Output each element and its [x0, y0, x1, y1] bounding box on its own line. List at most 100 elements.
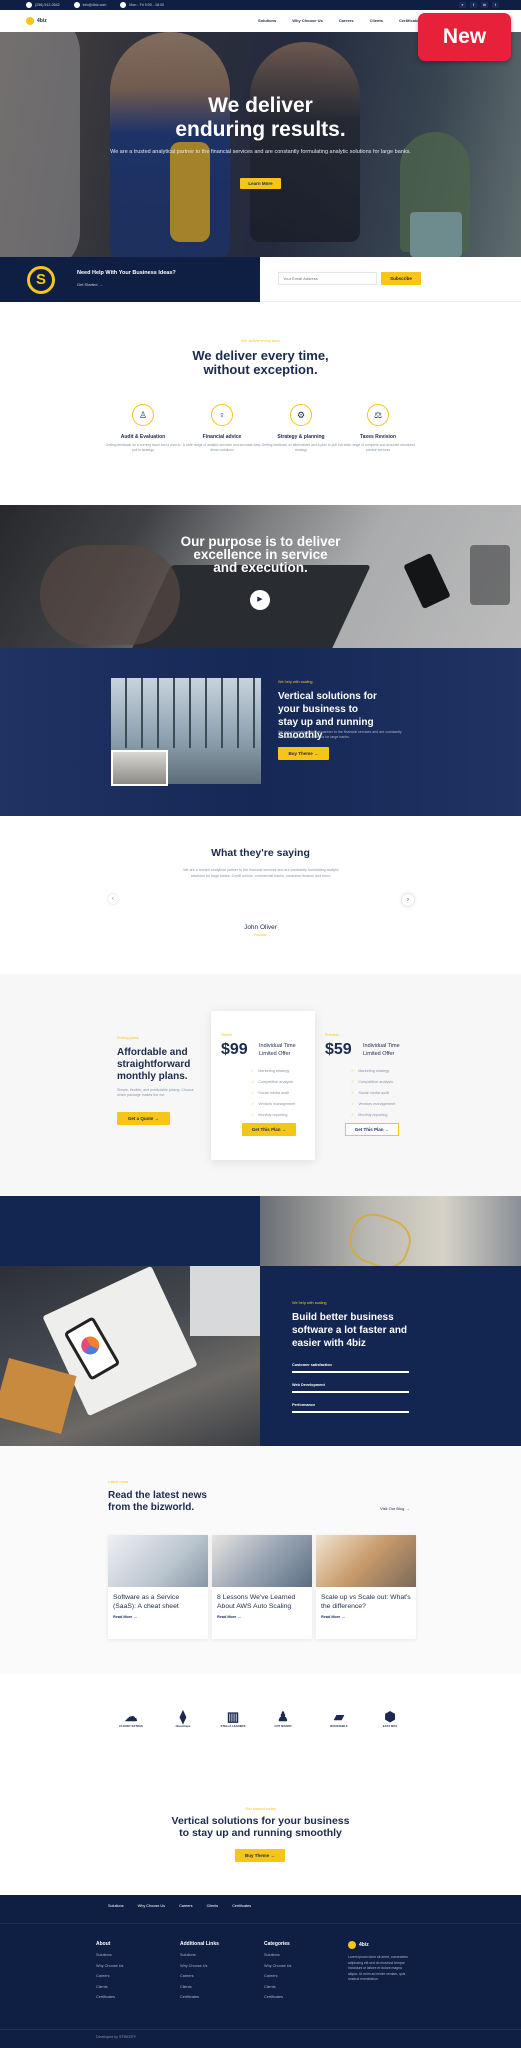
plan-price: $99: [221, 1041, 248, 1058]
footer-col-about: About Solutions Why Choose Us Careers Cl…: [96, 1941, 123, 2006]
footer-link[interactable]: Clients: [96, 1985, 123, 1989]
footer-divider: [0, 1923, 521, 1924]
news-card-2[interactable]: 8 Lessons We've Learned About AWS Auto S…: [212, 1535, 312, 1639]
taxes-icon: ⚖: [367, 404, 389, 426]
notebook-image: [0, 1266, 260, 1446]
carousel-prev[interactable]: ‹: [108, 894, 118, 904]
footer-nav-item[interactable]: Why Choose Us: [138, 1904, 165, 1908]
laptop-corner: [190, 1266, 260, 1336]
features-eyebrow: We deliver every time: [241, 338, 280, 343]
footer-logo[interactable]: 4biz: [348, 1941, 410, 1949]
footer-link[interactable]: Clients: [264, 1985, 291, 1989]
news-image: [212, 1535, 312, 1587]
help-get-started-link[interactable]: Get Started →: [77, 282, 103, 287]
client-logo-noreecape: ⧫ NoreeCape: [168, 1710, 198, 1729]
subscribe-button[interactable]: Subscribe: [381, 272, 421, 285]
footer-link[interactable]: Why Choose Us: [264, 1964, 291, 1968]
client-logo-outboard: ♟ OUT BOARD: [268, 1710, 298, 1729]
window-frame: [111, 678, 261, 748]
dollar-icon: S: [27, 266, 55, 294]
plan-button-text: Get This Plan: [251, 1127, 281, 1132]
premium-plan-button[interactable]: Get This Plan →: [345, 1123, 399, 1136]
testimonials-section: What they're saying We are a trusted ana…: [0, 816, 521, 974]
pricing-desc: Simple, flexible, and predictable pricin…: [117, 1088, 194, 1097]
footer-col-brand: 4biz Lorem ipsum dolor sit amet, consect…: [348, 1941, 410, 1983]
nav-item-clients[interactable]: Clients: [370, 18, 383, 23]
email-info[interactable]: info@4biz.com: [73, 2, 106, 8]
hero-learn-more-button[interactable]: Learn More: [240, 178, 281, 189]
footer-link[interactable]: Why Choose Us: [96, 1964, 123, 1968]
search-icon[interactable]: ⌕: [459, 2, 466, 8]
news-image: [108, 1535, 208, 1587]
cta-buy-theme-button[interactable]: Buy Theme →: [235, 1849, 285, 1862]
footer-link[interactable]: Certificates: [264, 1995, 291, 1999]
footer-link[interactable]: Certificates: [180, 1995, 219, 1999]
read-more-link[interactable]: Read More →: [212, 1611, 312, 1623]
features-title-line1: We deliver every time,: [192, 348, 329, 363]
purpose-overlay: [0, 505, 521, 648]
footer-link[interactable]: Why Choose Us: [180, 1964, 219, 1968]
footer-nav: Solutions Why Choose Us Careers Clients …: [108, 1904, 251, 1908]
email-field[interactable]: [278, 272, 377, 285]
check-icon: ✓: [351, 1113, 355, 1117]
logo[interactable]: 4biz: [26, 17, 47, 25]
footer-link[interactable]: Careers: [264, 1974, 291, 1978]
phone-icon: [26, 2, 32, 8]
read-more-link[interactable]: Read More →: [316, 1611, 416, 1623]
check-icon: ✓: [251, 1113, 255, 1117]
testimonial-name: John Oliver: [244, 924, 277, 931]
check-icon: ✓: [251, 1102, 255, 1106]
footer-col-categories: Categories Solutions Why Choose Us Caree…: [264, 1941, 291, 2006]
vertical-buy-theme-button[interactable]: Buy Theme →: [278, 747, 329, 760]
play-button[interactable]: ▶: [250, 590, 270, 610]
news-card-3[interactable]: Scale up vs Scale out: What's the differ…: [316, 1535, 416, 1639]
team-image: [111, 750, 168, 786]
linkedin-icon[interactable]: in: [481, 2, 488, 8]
progress-bar: [292, 1411, 409, 1413]
nav-item-why-choose-us[interactable]: Why Choose Us: [292, 18, 322, 23]
logo-text: 4biz: [359, 1942, 369, 1948]
book-icon: ▰: [334, 1709, 344, 1724]
starter-plan-button[interactable]: Get This Plan →: [242, 1123, 296, 1136]
footer-link[interactable]: Solutions: [264, 1953, 291, 1957]
pricing-section: Pricing plans Affordable and straightfor…: [0, 974, 521, 1196]
check-icon: ✓: [351, 1069, 355, 1073]
testimonials-title: What they're saying: [211, 847, 310, 859]
developed-by: Developed by STRATIFY: [96, 2035, 137, 2039]
check-icon: ✓: [351, 1091, 355, 1095]
plan-name: Individual Time Limited Offer: [363, 1043, 400, 1057]
footer-link[interactable]: Careers: [96, 1974, 123, 1978]
pricing-card-premium: Premium $59 Individual Time Limited Offe…: [315, 1011, 415, 1160]
hero-title-line1: We deliver: [208, 94, 313, 117]
footer-link[interactable]: Certificates: [96, 1995, 123, 1999]
check-icon: ✓: [351, 1080, 355, 1084]
footer-link[interactable]: Clients: [180, 1985, 219, 1989]
nav-item-careers[interactable]: Careers: [339, 18, 354, 23]
footer-link[interactable]: Solutions: [180, 1953, 219, 1957]
feature-title: Financial advice: [202, 434, 242, 440]
feature-desc: Getting feedback on a burning issue and …: [105, 443, 181, 452]
phone-info[interactable]: (256) 512-0542: [26, 2, 60, 8]
footer-nav-item[interactable]: Solutions: [108, 1904, 124, 1908]
new-badge: New: [418, 13, 511, 61]
footer-link[interactable]: Careers: [180, 1974, 219, 1978]
twitter-icon[interactable]: t: [492, 2, 499, 8]
feature-title: Audit & Evaluation: [120, 434, 166, 440]
read-more-link[interactable]: Read More →: [108, 1611, 208, 1623]
read-more-text: Read More: [321, 1615, 341, 1619]
feature-strategy: ⚙ Strategy & planning Getting feedback o…: [261, 404, 341, 453]
news-card-1[interactable]: Software as a Service (SaaS): A cheat sh…: [108, 1535, 208, 1639]
advice-icon: ♀: [211, 404, 233, 426]
footer-nav-item[interactable]: Certificates: [232, 1904, 251, 1908]
nav-item-solutions[interactable]: Solutions: [258, 18, 276, 23]
feature-title: Strategy & planning: [277, 434, 325, 440]
footer-nav-item[interactable]: Clients: [207, 1904, 219, 1908]
footer-link[interactable]: Solutions: [96, 1953, 123, 1957]
footer-bottom-divider: [0, 2029, 521, 2030]
carousel-next[interactable]: ›: [402, 894, 414, 906]
cta-eyebrow: Get started today: [245, 1806, 276, 1811]
footer-nav-item[interactable]: Careers: [179, 1904, 193, 1908]
visit-blog-link[interactable]: Visit Our Blog →: [380, 1506, 410, 1511]
facebook-icon[interactable]: f: [470, 2, 477, 8]
get-quote-button[interactable]: Get a Quote →: [117, 1112, 170, 1125]
